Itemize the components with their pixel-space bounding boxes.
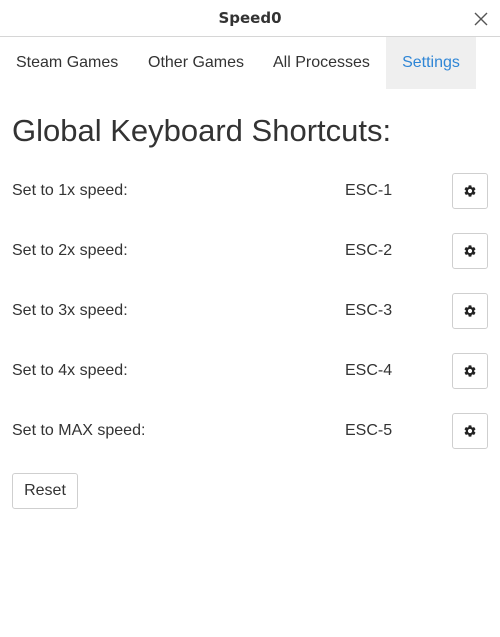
window-title: Speed0 (218, 9, 282, 27)
edit-shortcut-button[interactable] (452, 233, 488, 269)
close-button[interactable] (470, 8, 492, 30)
tab-steam-games[interactable]: Steam Games (0, 37, 134, 89)
reset-button[interactable]: Reset (12, 473, 78, 509)
shortcut-key: ESC-1 (345, 182, 393, 199)
shortcut-label: Set to 1x speed: (12, 182, 128, 199)
gear-icon (464, 245, 476, 257)
shortcut-row: Set to 3x speed: ESC-3 (0, 291, 500, 331)
tab-bar: Steam Games Other Games All Processes Se… (0, 37, 500, 89)
edit-shortcut-button[interactable] (452, 173, 488, 209)
shortcut-row: Set to 2x speed: ESC-2 (0, 231, 500, 271)
tab-other-games[interactable]: Other Games (132, 37, 260, 89)
shortcut-key: ESC-2 (345, 242, 393, 259)
shortcut-label: Set to MAX speed: (12, 422, 146, 439)
edit-shortcut-button[interactable] (452, 413, 488, 449)
shortcut-label: Set to 3x speed: (12, 302, 128, 319)
edit-shortcut-button[interactable] (452, 293, 488, 329)
shortcut-row: Set to MAX speed: ESC-5 (0, 411, 500, 451)
edit-shortcut-button[interactable] (452, 353, 488, 389)
shortcut-label: Set to 2x speed: (12, 242, 128, 259)
tab-settings[interactable]: Settings (386, 37, 476, 89)
page-title: Global Keyboard Shortcuts: (12, 113, 392, 148)
title-bar: Speed0 (0, 0, 500, 37)
shortcut-row: Set to 1x speed: ESC-1 (0, 171, 500, 211)
shortcut-key: ESC-3 (345, 302, 393, 319)
shortcut-key: ESC-4 (345, 362, 393, 379)
shortcut-key: ESC-5 (345, 422, 393, 439)
gear-icon (464, 305, 476, 317)
tab-all-processes[interactable]: All Processes (257, 37, 386, 89)
shortcut-row: Set to 4x speed: ESC-4 (0, 351, 500, 391)
shortcut-label: Set to 4x speed: (12, 362, 128, 379)
close-icon (474, 12, 488, 26)
gear-icon (464, 185, 476, 197)
gear-icon (464, 425, 476, 437)
gear-icon (464, 365, 476, 377)
